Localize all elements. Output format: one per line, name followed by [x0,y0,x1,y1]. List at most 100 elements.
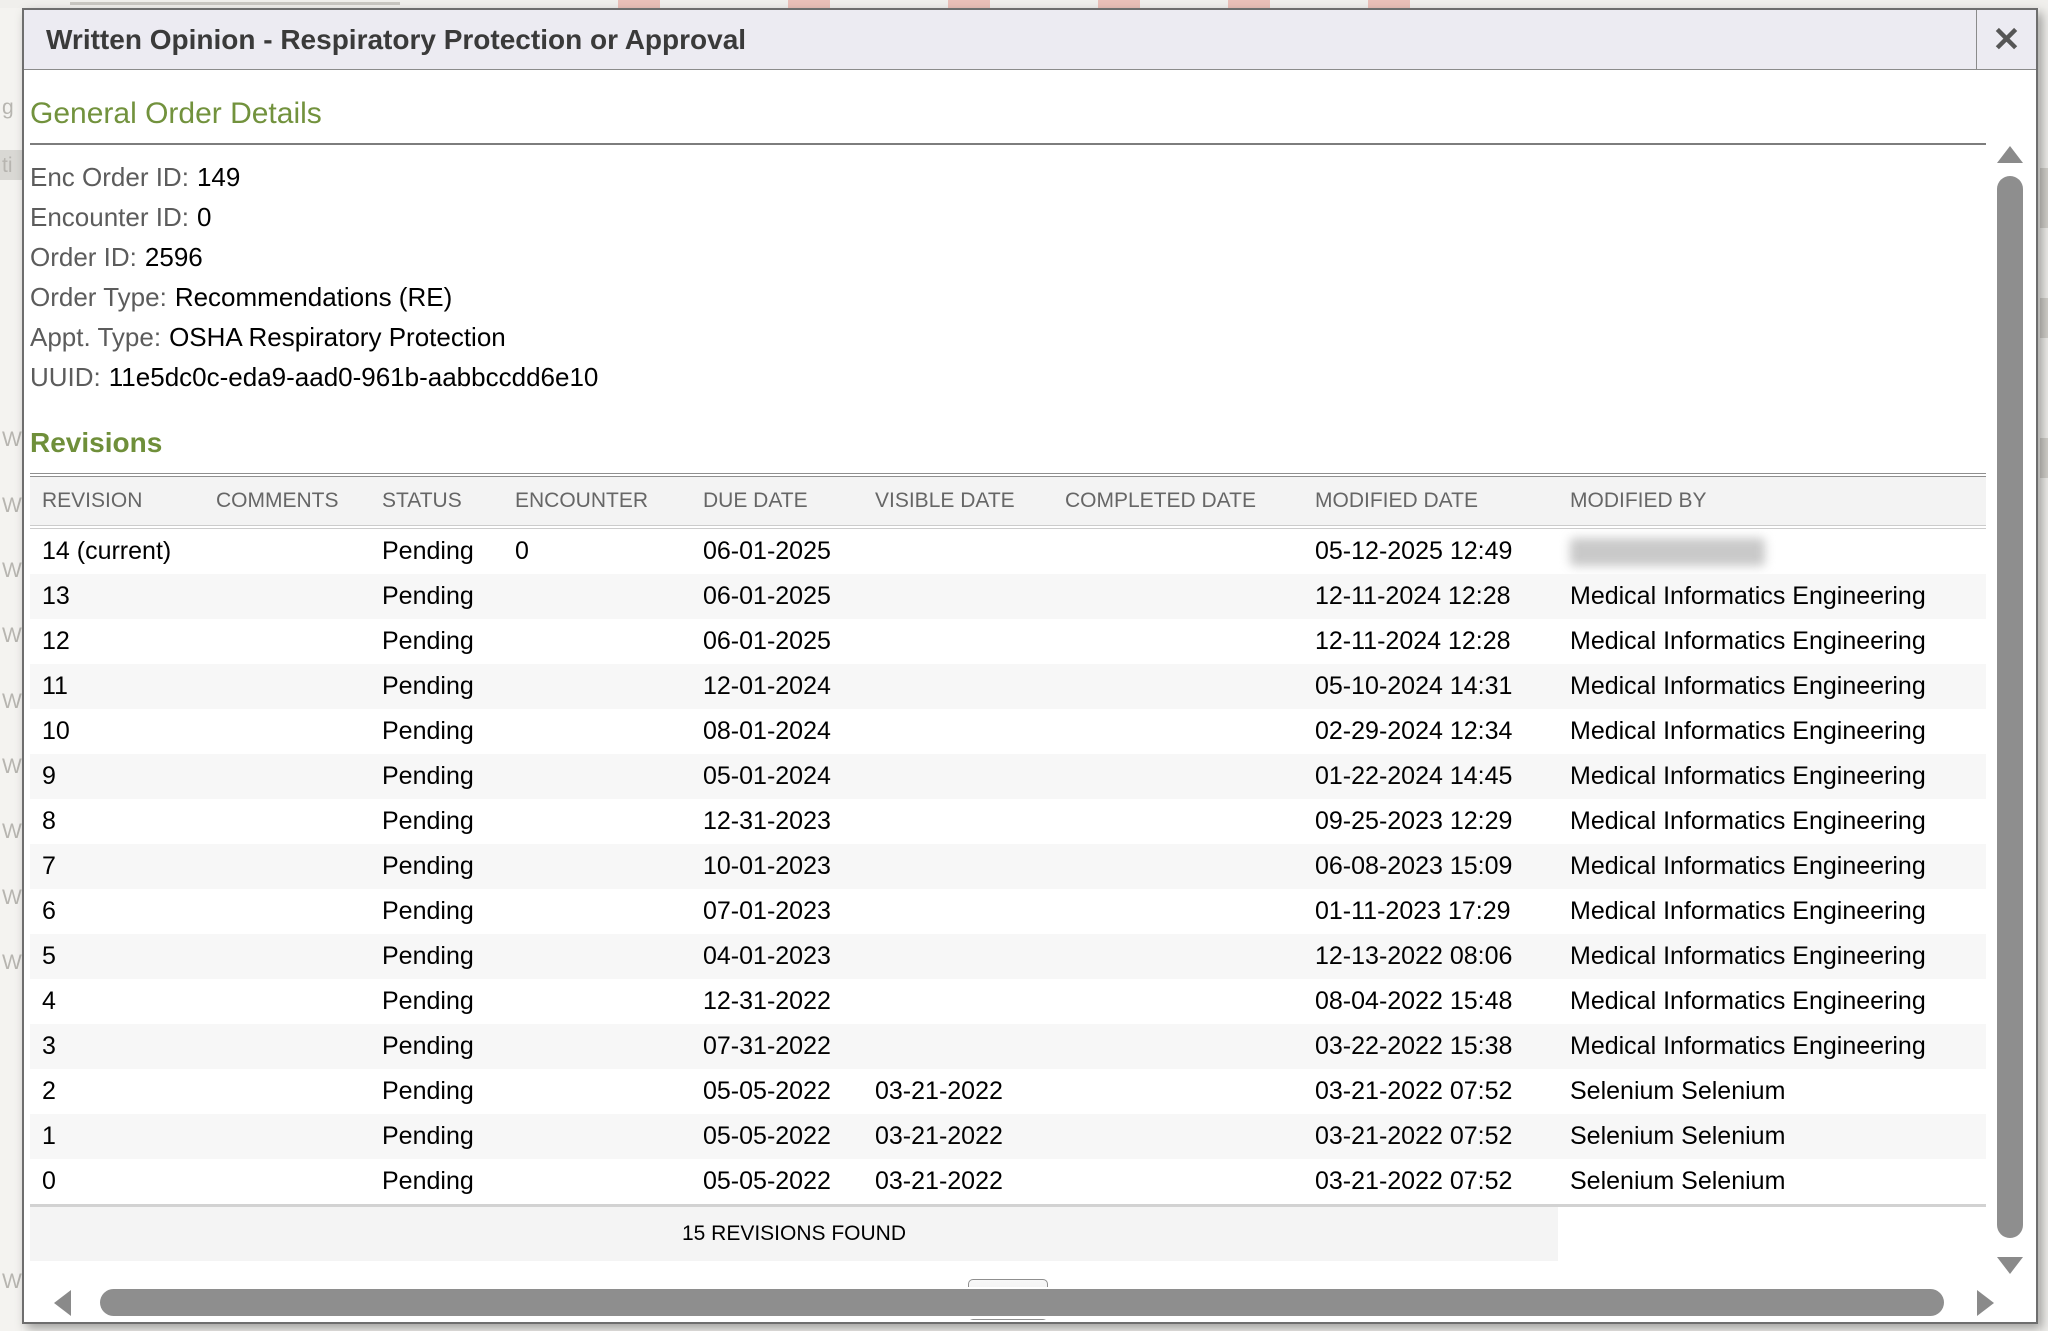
cell-due-date: 12-31-2022 [691,979,863,1024]
cell-completed-date [1053,574,1303,619]
cell-due-date: 04-01-2023 [691,934,863,979]
background-artifact: W [2,755,22,779]
cell-completed-date [1053,527,1303,574]
horizontal-scrollbar[interactable] [28,1287,2026,1319]
scroll-up-arrow-icon[interactable] [1997,146,2023,163]
cell-comments [204,1069,370,1114]
scroll-down-arrow-icon[interactable] [1997,1257,2023,1274]
cell-completed-date [1053,664,1303,709]
background-artifact: W [2,494,22,518]
field-value: Recommendations (RE) [175,282,452,312]
cell-due-date: 05-05-2022 [691,1114,863,1159]
field-encounter-id: Encounter ID: 0 [30,197,1986,237]
column-header-comments: COMMENTS [204,475,370,527]
cell-encounter: 0 [503,527,691,574]
cell-completed-date [1053,889,1303,934]
cell-status: Pending [370,799,503,844]
cell-encounter [503,619,691,664]
vertical-scrollbar[interactable] [1986,132,2034,1284]
cell-encounter [503,979,691,1024]
cell-comments [204,574,370,619]
cell-status: Pending [370,664,503,709]
field-label: UUID: [30,362,101,392]
cell-revision: 5 [30,934,204,979]
cell-encounter [503,664,691,709]
field-label: Order Type: [30,282,167,312]
cell-revision: 6 [30,889,204,934]
cell-visible-date [863,619,1053,664]
cell-status: Pending [370,709,503,754]
cell-comments [204,934,370,979]
scroll-left-arrow-icon[interactable] [54,1290,71,1316]
field-enc-order-id: Enc Order ID:149 [30,157,1986,197]
table-row: 6Pending07-01-202301-11-2023 17:29Medica… [30,889,1986,934]
cell-visible-date [863,1024,1053,1069]
background-artifact: W [2,690,22,714]
cell-revision: 7 [30,844,204,889]
cell-modified-date: 09-25-2023 12:29 [1303,799,1558,844]
cell-revision: 8 [30,799,204,844]
field-value: OSHA Respiratory Protection [169,322,506,352]
field-value: 149 [197,162,240,192]
table-row: 10Pending08-01-202402-29-2024 12:34Medic… [30,709,1986,754]
close-button[interactable]: ✕ [1976,10,2036,69]
cell-visible-date [863,527,1053,574]
cell-modified-by: Selenium Selenium [1558,1114,1986,1159]
cell-visible-date [863,754,1053,799]
background-page-left-strip: gtiWWWWWWWWWW [0,8,22,1331]
cell-completed-date [1053,1069,1303,1114]
cell-comments [204,664,370,709]
cell-revision: 9 [30,754,204,799]
cell-visible-date [863,844,1053,889]
cell-modified-date: 03-21-2022 07:52 [1303,1114,1558,1159]
cell-completed-date [1053,844,1303,889]
cell-revision: 12 [30,619,204,664]
cell-comments [204,754,370,799]
cell-status: Pending [370,527,503,574]
column-header-modified-date: MODIFIED DATE [1303,475,1558,527]
cell-modified-date: 06-08-2023 15:09 [1303,844,1558,889]
cell-status: Pending [370,889,503,934]
cell-due-date: 10-01-2023 [691,844,863,889]
table-row: 2Pending05-05-202203-21-202203-21-2022 0… [30,1069,1986,1114]
cell-encounter [503,1159,691,1206]
cell-status: Pending [370,574,503,619]
cell-comments [204,1024,370,1069]
background-artifact [948,0,990,8]
background-artifact: W [2,951,22,975]
background-artifact: W [2,1270,22,1294]
background-artifact [1368,0,1410,8]
column-header-completed-date: COMPLETED DATE [1053,475,1303,527]
background-artifact: W [2,428,22,452]
dialog-content: General Order Details Enc Order ID:149 E… [28,71,1986,1320]
cell-comments [204,527,370,574]
vertical-scrollbar-thumb[interactable] [1997,176,2023,1238]
cell-visible-date: 03-21-2022 [863,1114,1053,1159]
horizontal-scrollbar-thumb[interactable] [100,1289,1944,1316]
cell-revision: 0 [30,1159,204,1206]
background-artifact [788,0,830,8]
cell-modified-date: 02-29-2024 12:34 [1303,709,1558,754]
cell-completed-date [1053,1024,1303,1069]
table-row: 5Pending04-01-202312-13-2022 08:06Medica… [30,934,1986,979]
cell-revision: 2 [30,1069,204,1114]
cell-due-date: 12-31-2023 [691,799,863,844]
field-value: 0 [197,202,211,232]
cell-comments [204,799,370,844]
field-label: Encounter ID: [30,202,189,232]
column-header-visible-date: VISIBLE DATE [863,475,1053,527]
cell-completed-date [1053,934,1303,979]
cell-modified-by: Selenium Selenium [1558,1159,1986,1206]
dialog-body: General Order Details Enc Order ID:149 E… [24,71,2036,1322]
cell-due-date: 06-01-2025 [691,574,863,619]
cell-modified-date: 05-12-2025 12:49 [1303,527,1558,574]
scroll-right-arrow-icon[interactable] [1977,1290,1994,1316]
cell-visible-date [863,709,1053,754]
field-appt-type: Appt. Type:OSHA Respiratory Protection [30,317,1986,357]
cell-modified-date: 05-10-2024 14:31 [1303,664,1558,709]
background-artifact: W [2,559,22,583]
redacted-modified-by [1570,538,1765,566]
cell-modified-date: 01-11-2023 17:29 [1303,889,1558,934]
cell-status: Pending [370,979,503,1024]
cell-due-date: 07-31-2022 [691,1024,863,1069]
